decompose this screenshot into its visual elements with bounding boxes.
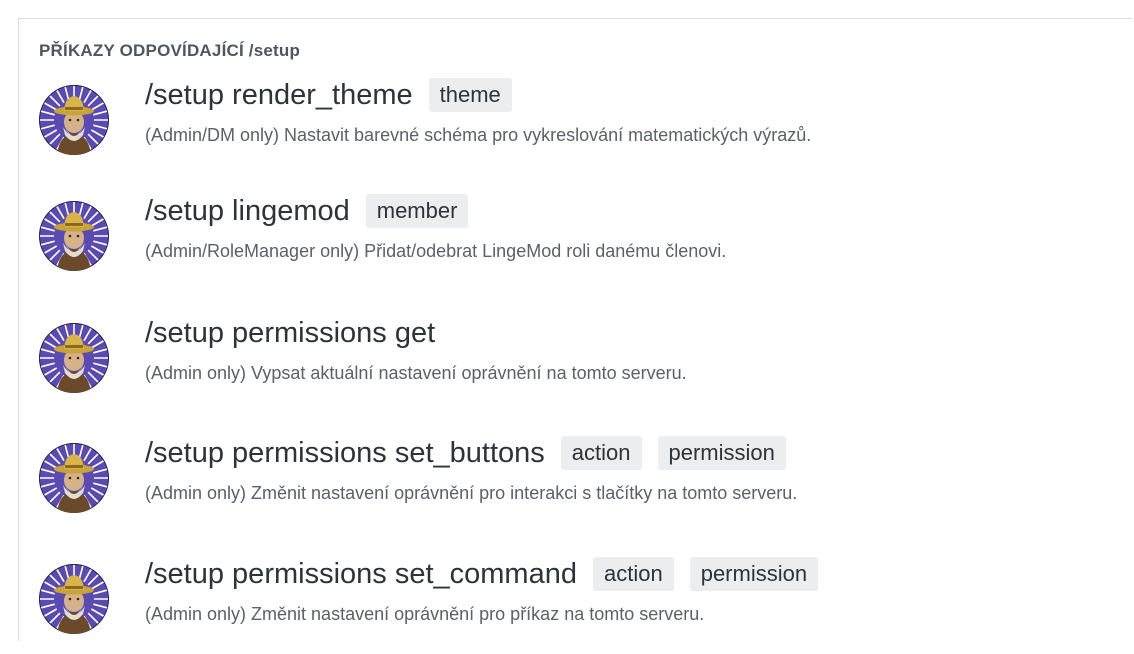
section-header: PŘÍKAZY ODPOVÍDAJÍCÍ /setup	[39, 41, 301, 60]
command-description: (Admin/DM only) Nastavit barevné schéma …	[145, 125, 812, 145]
option-chip: theme	[428, 78, 512, 112]
bot-avatar-icon	[39, 85, 109, 155]
command-description: (Admin only) Vypsat aktuální nastavení o…	[145, 363, 687, 383]
bot-avatar-icon	[39, 201, 109, 271]
command-name: /setup lingemod	[145, 195, 350, 227]
command-item[interactable]: /setup permissions get (Admin only) Vyps…	[19, 313, 1119, 413]
option-chip: action	[560, 436, 642, 470]
command-line: /setup permissions set_buttons action pe…	[145, 433, 786, 473]
command-line: /setup permissions set_command action pe…	[145, 554, 819, 594]
option-chip: action	[592, 557, 674, 591]
command-line: /setup permissions get	[145, 313, 435, 353]
command-item[interactable]: /setup lingemod member (Admin/RoleManage…	[19, 191, 1119, 291]
option-chip: permission	[657, 436, 786, 470]
command-name: /setup permissions set_command	[145, 558, 577, 590]
option-chip: member	[365, 194, 469, 228]
bot-avatar-icon	[39, 443, 109, 513]
command-item[interactable]: /setup permissions set_buttons action pe…	[19, 433, 1119, 533]
bot-avatar-icon	[39, 323, 109, 393]
command-description: (Admin only) Změnit nastavení oprávnění …	[145, 604, 705, 624]
command-line: /setup lingemod member	[145, 191, 469, 231]
command-description: (Admin/RoleManager only) Přidat/odebrat …	[145, 241, 727, 261]
command-name: /setup permissions get	[145, 317, 436, 349]
command-name: /setup render_theme	[145, 79, 413, 111]
bot-avatar-icon	[39, 564, 109, 634]
option-chip: permission	[689, 557, 819, 591]
command-item[interactable]: /setup render_theme theme (Admin/DM only…	[19, 75, 1119, 175]
command-line: /setup render_theme theme	[145, 75, 512, 115]
command-item[interactable]: /setup permissions set_command action pe…	[19, 554, 1119, 654]
command-name: /setup permissions set_buttons	[145, 437, 545, 469]
command-description: (Admin only) Změnit nastavení oprávnění …	[145, 483, 798, 503]
command-autocomplete-panel: PŘÍKAZY ODPOVÍDAJÍCÍ /setup /setup rende…	[18, 18, 1132, 641]
